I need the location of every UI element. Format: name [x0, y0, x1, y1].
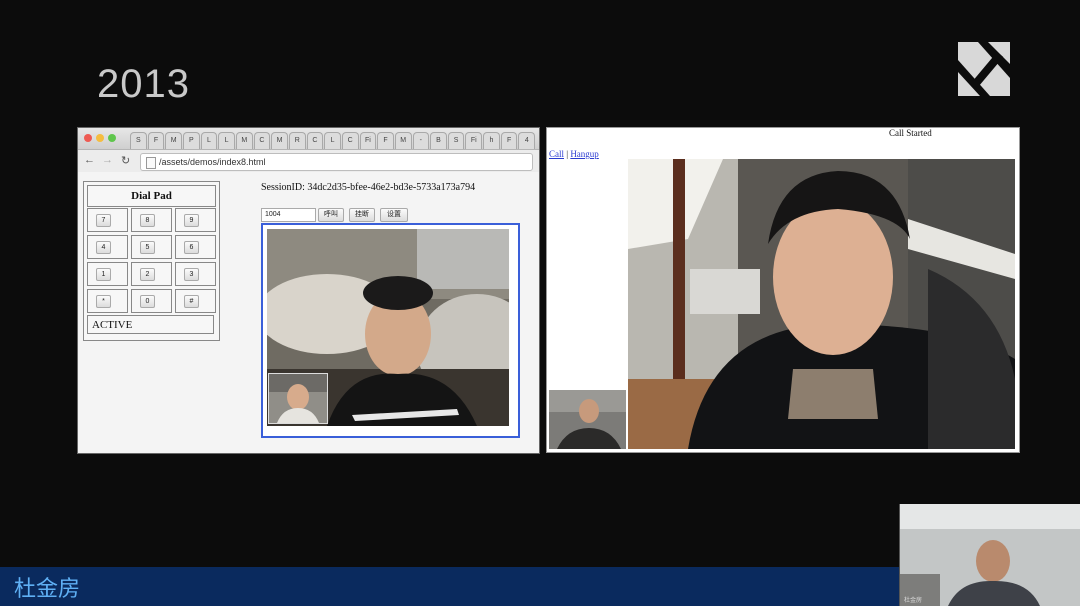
dial-key-button[interactable]: 5 — [140, 241, 155, 254]
browser-tab[interactable]: S — [447, 132, 465, 149]
local-video-preview — [268, 373, 328, 424]
web-page: Dial Pad 7 8 9 4 5 6 1 2 3 * 0 # ACTIVE SessionID: … — [78, 172, 539, 453]
settings-button[interactable]: 设置 — [380, 208, 408, 222]
browser-tab[interactable]: P — [182, 132, 200, 149]
call-status: Call Started — [889, 128, 932, 138]
dial-key-button[interactable]: 0 — [140, 295, 155, 308]
link-separator: | — [566, 149, 569, 159]
video-call-app: Call Started Call | Hangup — [546, 127, 1020, 453]
browser-tab[interactable]: M — [271, 132, 288, 149]
dial-key-button[interactable]: 7 — [96, 214, 111, 227]
x-logo-icon — [958, 42, 1010, 96]
forward-arrow-icon[interactable]: → — [102, 154, 113, 166]
tab-bar: S F M P L L M C M R C L C Fi F M - B S Fi h F 4 — [78, 128, 539, 150]
browser-tab[interactable]: L — [200, 132, 218, 149]
browser-tab[interactable]: F — [147, 132, 165, 149]
browser-tabs: S F M P L L M C M R C L C Fi F M - B S Fi h F 4 — [130, 132, 536, 149]
hangup-button[interactable]: 挂断 — [349, 208, 375, 222]
local-video-preview — [549, 390, 626, 449]
close-window-icon[interactable] — [84, 134, 92, 142]
browser-tab[interactable]: M — [394, 132, 412, 149]
dial-key-cell: 9 — [175, 208, 216, 232]
page-icon — [146, 157, 156, 169]
dial-key-cell: 3 — [175, 262, 216, 286]
dial-key-button[interactable]: * — [96, 295, 111, 308]
address-bar: ← → ↻ /assets/demos/index8.html — [78, 150, 539, 173]
slide-year: 2013 — [97, 62, 190, 106]
dial-key-button[interactable]: 2 — [140, 268, 155, 281]
browser-tab[interactable]: S — [130, 132, 147, 149]
browser-tab[interactable]: C — [341, 132, 359, 149]
browser-window: S F M P L L M C M R C L C Fi F M - B S Fi h F 4 ← → ↻ /assets/… — [77, 127, 540, 454]
hangup-link[interactable]: Hangup — [570, 149, 599, 159]
browser-tab[interactable]: M — [165, 132, 182, 149]
browser-tab[interactable]: R — [288, 132, 306, 149]
dial-key-cell: 5 — [131, 235, 172, 259]
browser-tab[interactable]: Fi — [359, 132, 377, 149]
dial-key-cell: 2 — [131, 262, 172, 286]
dial-key-button[interactable]: # — [184, 295, 199, 308]
reload-icon[interactable]: ↻ — [121, 154, 130, 167]
dial-pad-title: Dial Pad — [87, 185, 216, 207]
minimize-window-icon[interactable] — [96, 134, 104, 142]
dial-key-cell: 8 — [131, 208, 172, 232]
url-text: /assets/demos/index8.html — [159, 157, 266, 167]
browser-tab[interactable]: L — [218, 132, 235, 149]
url-field[interactable]: /assets/demos/index8.html — [140, 153, 533, 171]
presenter-label: 杜金房 — [904, 598, 923, 604]
dial-key-cell: # — [175, 289, 216, 313]
dial-key-cell: 0 — [131, 289, 172, 313]
dial-key-button[interactable]: 9 — [184, 214, 199, 227]
browser-tab[interactable]: L — [324, 132, 341, 149]
speaker-name: 杜金房 — [14, 577, 81, 602]
caption-bar — [0, 567, 900, 606]
back-arrow-icon[interactable]: ← — [84, 154, 95, 166]
dial-key-cell: * — [87, 289, 128, 313]
browser-tab[interactable]: F — [377, 132, 394, 149]
browser-tab[interactable]: B — [430, 132, 447, 149]
dial-pad: Dial Pad 7 8 9 4 5 6 1 2 3 * 0 # ACTIVE — [83, 181, 220, 341]
browser-tab[interactable]: C — [253, 132, 271, 149]
dial-key-cell: 1 — [87, 262, 128, 286]
browser-tab[interactable]: M — [235, 132, 253, 149]
dial-key-button[interactable]: 1 — [96, 268, 111, 281]
video-frame — [261, 223, 520, 438]
presenter-camera: 杜金房 — [899, 504, 1080, 606]
dial-key-button[interactable]: 4 — [96, 241, 111, 254]
browser-tab[interactable]: - — [412, 132, 430, 149]
browser-tab[interactable]: C — [306, 132, 324, 149]
call-state-label: ACTIVE — [87, 315, 214, 334]
browser-tab[interactable]: Fi — [465, 132, 483, 149]
call-button[interactable]: 呼叫 — [318, 208, 344, 222]
dial-key-cell: 4 — [87, 235, 128, 259]
session-id: SessionID: 34dc2d35-bfee-46e2-bd3e-5733a… — [261, 182, 476, 193]
call-link[interactable]: Call — [549, 149, 564, 159]
call-links: Call | Hangup — [549, 149, 599, 159]
zoom-window-icon[interactable] — [108, 134, 116, 142]
browser-tab[interactable]: F — [500, 132, 518, 149]
browser-tab[interactable]: h — [483, 132, 500, 149]
remote-video — [628, 159, 1015, 449]
dial-key-button[interactable]: 3 — [184, 268, 199, 281]
dial-key-cell: 6 — [175, 235, 216, 259]
browser-tab[interactable]: 4 — [518, 132, 536, 149]
presenter-video — [900, 504, 1080, 606]
dial-key-button[interactable]: 6 — [184, 241, 199, 254]
number-input[interactable]: 1004 — [261, 208, 316, 222]
dial-key-cell: 7 — [87, 208, 128, 232]
dial-key-button[interactable]: 8 — [140, 214, 155, 227]
